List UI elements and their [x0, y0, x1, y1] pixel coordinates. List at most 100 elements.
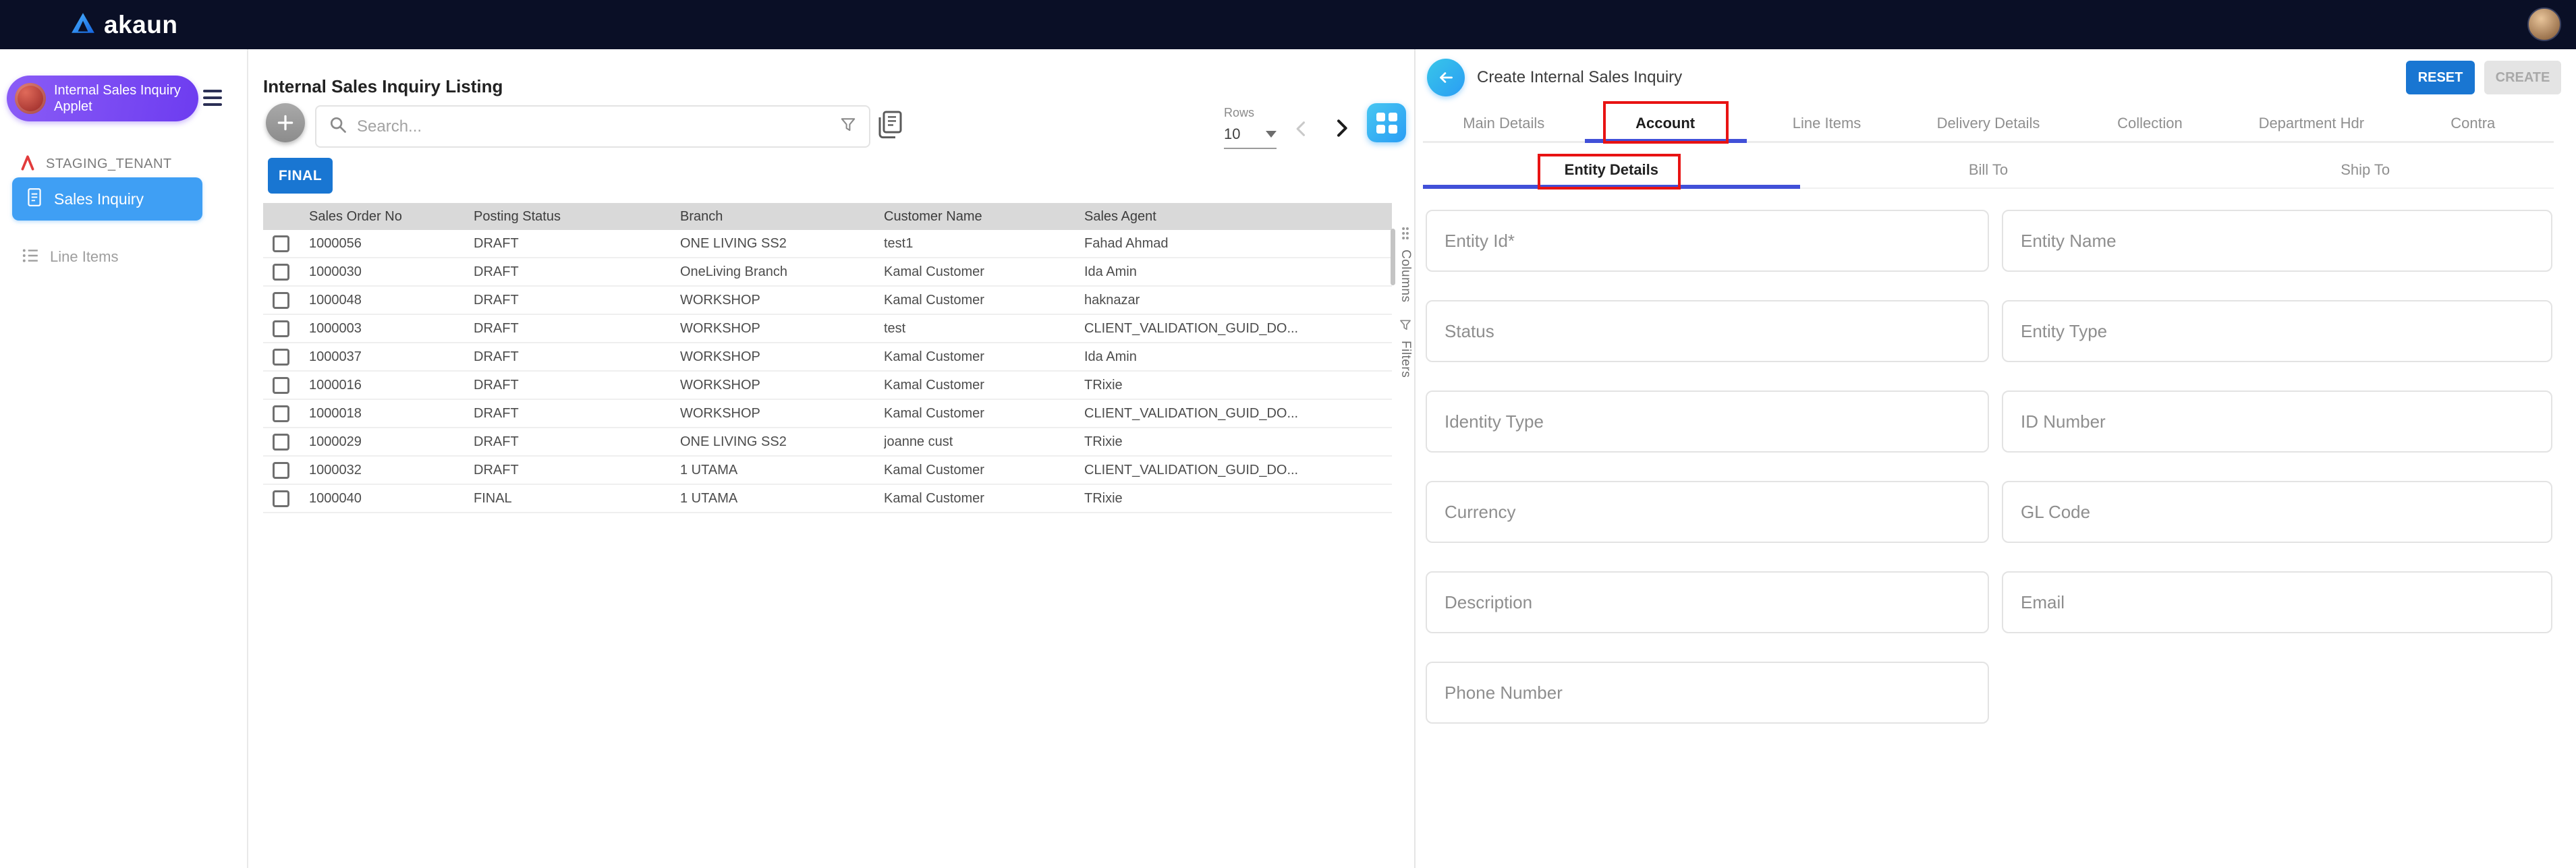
- rows-per-page-select[interactable]: 10: [1224, 125, 1277, 149]
- sidebar: Internal Sales Inquiry Applet STAGING_TE…: [0, 49, 248, 868]
- cell-branch: 1 UTAMA: [680, 462, 738, 478]
- field-entity-type[interactable]: Entity Type: [2002, 300, 2552, 362]
- table-row[interactable]: 1000048 DRAFT WORKSHOP Kamal Customer ha…: [263, 287, 1392, 315]
- chevron-down-icon: [1266, 131, 1277, 138]
- applet-name-label: Internal Sales Inquiry Applet: [54, 83, 181, 114]
- grid-icon: [1376, 112, 1397, 134]
- table-row[interactable]: 1000056 DRAFT ONE LIVING SS2 test1 Fahad…: [263, 230, 1392, 258]
- table-row[interactable]: 1000018 DRAFT WORKSHOP Kamal Customer CL…: [263, 400, 1392, 428]
- sidebar-item-applet[interactable]: Internal Sales Inquiry Applet: [7, 76, 198, 121]
- row-checkbox[interactable]: [273, 235, 289, 252]
- row-checkbox[interactable]: [273, 433, 289, 451]
- duplicate-list-icon[interactable]: [877, 110, 903, 143]
- row-checkbox[interactable]: [273, 320, 289, 337]
- filters-side-tab[interactable]: Filters: [1398, 318, 1413, 378]
- line-items-label: Line Items: [50, 248, 119, 265]
- plus-icon: [277, 115, 293, 131]
- tab-collection[interactable]: Collection: [2069, 106, 2231, 141]
- row-checkbox[interactable]: [273, 376, 289, 394]
- table-row[interactable]: 1000003 DRAFT WORKSHOP test CLIENT_VALID…: [263, 315, 1392, 343]
- applet-icon: [15, 83, 46, 114]
- back-button[interactable]: [1427, 59, 1465, 96]
- table-row[interactable]: 1000037 DRAFT WORKSHOP Kamal Customer Id…: [263, 343, 1392, 372]
- cell-sales-order-no: 1000037: [309, 349, 362, 364]
- table-row[interactable]: 1000032 DRAFT 1 UTAMA Kamal Customer CLI…: [263, 457, 1392, 485]
- tab-department-hdr[interactable]: Department Hdr: [2231, 106, 2392, 141]
- field-gl-code[interactable]: GL Code: [2002, 481, 2552, 543]
- table-row[interactable]: 1000029 DRAFT ONE LIVING SS2 joanne cust…: [263, 428, 1392, 457]
- table-scrollbar[interactable]: [1391, 229, 1395, 285]
- field-email[interactable]: Email: [2002, 571, 2552, 633]
- cell-sales-agent: TRixie: [1084, 377, 1123, 393]
- sidebar-item-tenant[interactable]: STAGING_TENANT: [19, 148, 172, 180]
- field-currency[interactable]: Currency: [1426, 481, 1989, 543]
- row-checkbox[interactable]: [273, 490, 289, 507]
- checkbox-cell: [263, 461, 309, 479]
- sidebar-item-line-items[interactable]: Line Items: [22, 243, 119, 270]
- field-phone-number[interactable]: Phone Number: [1426, 662, 1989, 724]
- row-checkbox[interactable]: [273, 348, 289, 366]
- tab-account[interactable]: Account: [1584, 106, 1745, 141]
- subtab-entity-details[interactable]: Entity Details: [1423, 152, 1800, 187]
- cell-sales-order-no: 1000032: [309, 462, 362, 478]
- cell-branch: WORKSHOP: [680, 377, 760, 393]
- cell-customer-name: joanne cust: [884, 434, 953, 449]
- field-status[interactable]: Status: [1426, 300, 1989, 362]
- field-id-number[interactable]: ID Number: [2002, 390, 2552, 453]
- cell-posting-status: DRAFT: [474, 320, 519, 336]
- row-checkbox[interactable]: [273, 263, 289, 281]
- field-entity-id[interactable]: Entity Id*: [1426, 210, 1989, 272]
- app-logo: akaun: [70, 11, 177, 39]
- search-input[interactable]: [357, 117, 830, 136]
- cell-branch: WORKSHOP: [680, 292, 760, 308]
- table-row[interactable]: 1000040 FINAL 1 UTAMA Kamal Customer TRi…: [263, 485, 1392, 513]
- field-description[interactable]: Description: [1426, 571, 1989, 633]
- subtab-ship-to[interactable]: Ship To: [2177, 152, 2554, 187]
- sidebar-item-sales-inquiry[interactable]: Sales Inquiry: [12, 177, 202, 221]
- tab-contra[interactable]: Contra: [2392, 106, 2554, 141]
- row-checkbox[interactable]: [273, 461, 289, 479]
- previous-page-button[interactable]: [1292, 119, 1311, 142]
- tab-main-details[interactable]: Main Details: [1423, 106, 1584, 141]
- filter-icon[interactable]: [839, 116, 857, 137]
- column-header-customer-name[interactable]: Customer Name: [884, 209, 1084, 225]
- view-switcher-button[interactable]: [1367, 103, 1406, 142]
- final-filter-chip[interactable]: FINAL: [268, 158, 333, 194]
- account-subtabs: Entity Details Bill To Ship To: [1423, 152, 2554, 189]
- cell-posting-status: DRAFT: [474, 235, 519, 251]
- subtab-bill-to[interactable]: Bill To: [1800, 152, 2177, 187]
- cell-branch: 1 UTAMA: [680, 490, 738, 506]
- field-entity-name[interactable]: Entity Name: [2002, 210, 2552, 272]
- cell-customer-name: Kamal Customer: [884, 405, 984, 421]
- column-header-posting-status[interactable]: Posting Status: [474, 209, 680, 225]
- column-header-branch[interactable]: Branch: [680, 209, 884, 225]
- columns-side-tab[interactable]: Columns: [1398, 226, 1413, 302]
- cell-sales-order-no: 1000029: [309, 434, 362, 449]
- create-button[interactable]: CREATE: [2484, 61, 2561, 94]
- next-page-button[interactable]: [1331, 117, 1352, 142]
- field-label: ID Number: [2021, 411, 2106, 432]
- columns-tab-label: Columns: [1399, 250, 1413, 303]
- cell-posting-status: DRAFT: [474, 264, 519, 279]
- tab-line-items[interactable]: Line Items: [1746, 106, 1907, 141]
- cell-branch: WORKSHOP: [680, 405, 760, 421]
- rows-per-page-control: Rows 10: [1224, 106, 1278, 149]
- column-header-sales-order-no[interactable]: Sales Order No: [309, 209, 474, 225]
- reset-button[interactable]: RESET: [2406, 61, 2475, 94]
- field-label: Phone Number: [1445, 682, 1563, 703]
- row-checkbox[interactable]: [273, 291, 289, 309]
- row-checkbox[interactable]: [273, 405, 289, 422]
- cell-posting-status: DRAFT: [474, 405, 519, 421]
- table-row[interactable]: 1000030 DRAFT OneLiving Branch Kamal Cus…: [263, 258, 1392, 287]
- table-header-row: Sales Order No Posting Status Branch Cus…: [263, 203, 1392, 230]
- checkbox-cell: [263, 320, 309, 337]
- sidebar-collapse-icon[interactable]: [203, 90, 222, 106]
- checkbox-cell: [263, 433, 309, 451]
- cell-posting-status: DRAFT: [474, 292, 519, 308]
- table-row[interactable]: 1000016 DRAFT WORKSHOP Kamal Customer TR…: [263, 372, 1392, 400]
- tab-delivery-details[interactable]: Delivery Details: [1907, 106, 2069, 141]
- field-identity-type[interactable]: Identity Type: [1426, 390, 1989, 453]
- add-record-button[interactable]: [266, 103, 305, 142]
- user-avatar[interactable]: [2527, 7, 2561, 41]
- column-header-sales-agent[interactable]: Sales Agent: [1084, 209, 1392, 225]
